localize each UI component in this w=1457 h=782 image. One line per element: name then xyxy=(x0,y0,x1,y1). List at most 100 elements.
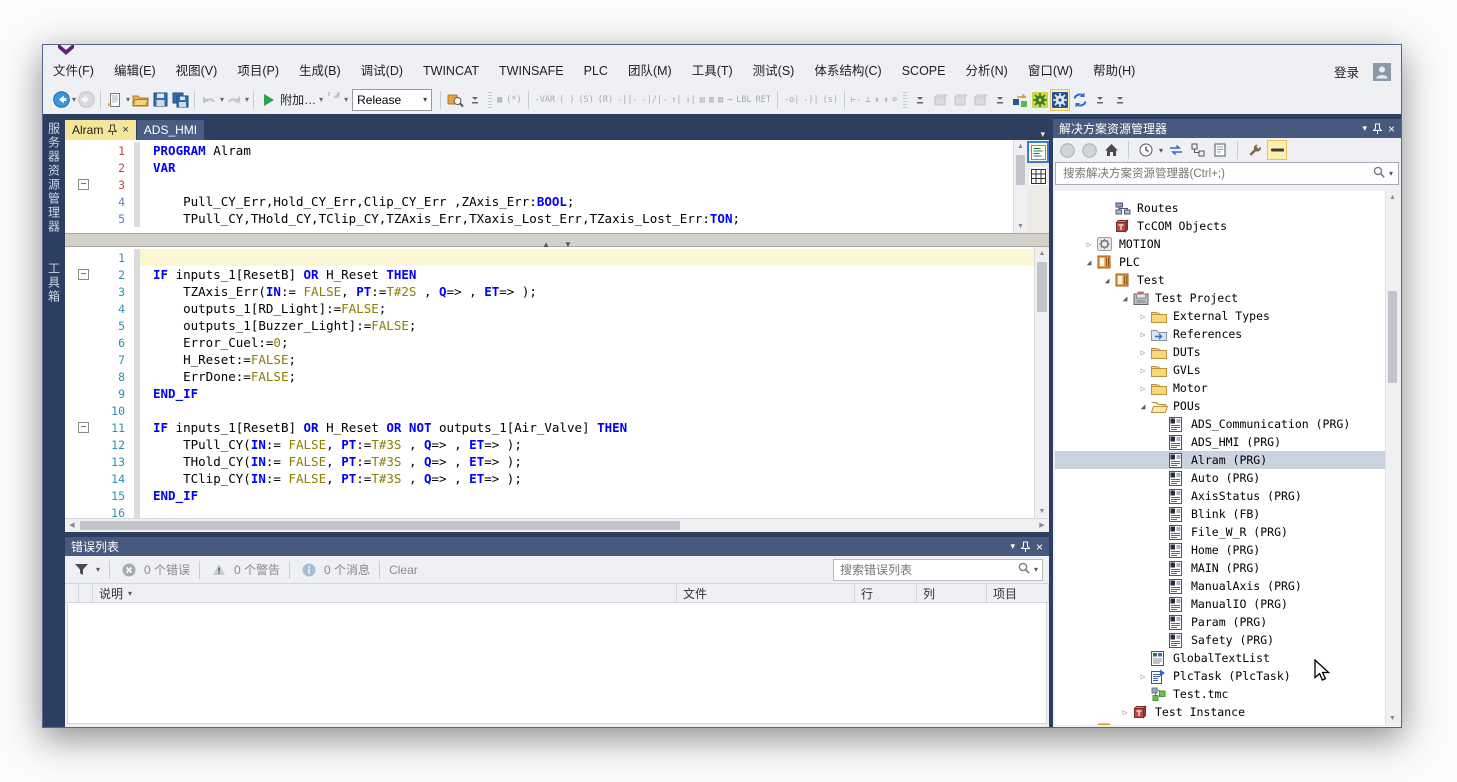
close-icon[interactable]: × xyxy=(1388,122,1395,136)
falling-edge-button[interactable]: ↓| xyxy=(685,95,695,105)
tree-item-test-instance[interactable]: ▷Test Instance xyxy=(1055,703,1399,721)
scroll-down-icon[interactable]: ▼ xyxy=(1014,220,1027,233)
expanded-arrow-icon[interactable]: ◢ xyxy=(1135,402,1151,411)
implementation-pane[interactable]: 1−2IF inputs_1[ResetB] OR H_Reset THEN3 … xyxy=(65,247,1049,518)
tree-item-axisstatus-prg-[interactable]: AxisStatus (PRG) xyxy=(1055,487,1399,505)
declaration-pane[interactable]: 1PROGRAM Alram2VAR−34 Pull_CY_Err,Hold_C… xyxy=(65,140,1049,233)
expanded-arrow-icon[interactable]: ◢ xyxy=(1081,258,1097,267)
tree-item-gvls[interactable]: ▷GVLs xyxy=(1055,361,1399,379)
network-up-button[interactable]: ⇞ xyxy=(874,95,879,105)
column-header-3[interactable]: 文件 xyxy=(677,584,855,602)
tree-item-routes[interactable]: Routes xyxy=(1055,199,1399,217)
warnings-count[interactable]: 0 个警告 xyxy=(234,561,280,578)
horizontal-scrollbar[interactable]: ◀ ▶ xyxy=(65,518,1049,532)
code-line-1[interactable]: 1PROGRAM Alram xyxy=(65,142,1009,159)
tree-scrollbar[interactable]: ▲ ▼ xyxy=(1385,191,1399,725)
right-overflow-button[interactable] xyxy=(991,90,1009,110)
undo-button[interactable] xyxy=(200,90,218,110)
function-block-params-button[interactable]: ▧ xyxy=(718,95,723,105)
tree-item-main-prg-[interactable]: MAIN (PRG) xyxy=(1055,559,1399,577)
code-line-5[interactable]: 5 TPull_CY,THold_CY,TClip_CY,TZAxis_Err,… xyxy=(65,210,1009,227)
menu-item[interactable]: 团队(M) xyxy=(618,58,682,85)
pin-icon[interactable] xyxy=(108,124,117,136)
code-text[interactable] xyxy=(134,249,1035,266)
close-icon[interactable]: × xyxy=(1036,540,1043,554)
branch-button[interactable]: ⊢- xyxy=(851,95,861,105)
tabular-view-button[interactable] xyxy=(1029,167,1047,185)
tree-item-alram-prg-[interactable]: Alram (PRG) xyxy=(1055,451,1399,469)
collapse-all-button[interactable] xyxy=(1189,141,1207,159)
tree-item-pous[interactable]: ◢POUs xyxy=(1055,397,1399,415)
function-block-button[interactable]: ▤ xyxy=(700,95,705,105)
set-coil-button[interactable]: (S) xyxy=(578,95,593,105)
show-all-files-button[interactable] xyxy=(1211,141,1229,159)
filter-chevron-icon[interactable]: ▾ xyxy=(96,565,100,574)
menu-item[interactable]: 工具(T) xyxy=(682,58,743,85)
clear-button[interactable]: Clear xyxy=(389,563,418,577)
code-text[interactable]: VAR xyxy=(134,159,1009,176)
menu-item[interactable]: 文件(F) xyxy=(43,58,104,85)
object-3-button[interactable] xyxy=(971,90,989,110)
save-button[interactable] xyxy=(151,90,169,110)
code-line-14[interactable]: 14 TClip_CY(IN:= FALSE, PT:=T#3S , Q=> ,… xyxy=(65,470,1035,487)
menu-item[interactable]: 帮助(H) xyxy=(1083,58,1145,85)
pending-changes-button[interactable] xyxy=(1137,141,1155,159)
expanded-arrow-icon[interactable]: ◢ xyxy=(1117,294,1133,303)
avatar-icon[interactable] xyxy=(1373,63,1391,81)
code-text[interactable]: TZAxis_Err(IN:= FALSE, PT:=T#2S , Q=> , … xyxy=(134,283,1035,300)
pane-splitter[interactable]: ▲▼ xyxy=(65,233,1049,247)
scroll-up-icon[interactable]: ▲ xyxy=(1035,247,1049,260)
menu-item[interactable]: 视图(V) xyxy=(166,58,228,85)
scroll-down-icon[interactable]: ▼ xyxy=(1035,505,1049,518)
object-2-button[interactable] xyxy=(951,90,969,110)
function-block-en-button[interactable]: ▥ xyxy=(709,95,714,105)
save-all-button[interactable] xyxy=(171,90,189,110)
overflow-a-button[interactable] xyxy=(1091,90,1109,110)
toolbar-overflow-button[interactable] xyxy=(466,90,484,110)
code-text[interactable]: ErrDone:=FALSE; xyxy=(134,368,1035,385)
menu-item[interactable]: TWINSAFE xyxy=(489,58,574,85)
forward-button[interactable] xyxy=(1080,141,1098,159)
scroll-left-icon[interactable]: ◀ xyxy=(65,519,79,532)
menu-item[interactable]: 项目(P) xyxy=(227,58,289,85)
code-line-2[interactable]: 2VAR xyxy=(65,159,1009,176)
network-down-button[interactable]: ⇟ xyxy=(884,95,889,105)
code-text[interactable]: THold_CY(IN:= FALSE, PT:=T#3S , Q=> , ET… xyxy=(134,453,1035,470)
solution-search-input[interactable] xyxy=(1061,167,1369,181)
textual-view-button[interactable] xyxy=(1029,143,1047,161)
open-file-button[interactable] xyxy=(131,90,149,110)
new-file-button[interactable] xyxy=(106,90,124,110)
menu-item[interactable]: 生成(B) xyxy=(289,58,351,85)
code-line-9[interactable]: 9END_IF xyxy=(65,385,1035,402)
code-line-15[interactable]: 15END_IF xyxy=(65,487,1035,504)
tab-ads-hmi[interactable]: ADS_HMI xyxy=(137,120,204,140)
return-marker-button[interactable]: RET xyxy=(756,95,771,105)
tree-item-external-types[interactable]: ▷External Types xyxy=(1055,307,1399,325)
error-list-body[interactable] xyxy=(67,602,1047,724)
window-position-chevron-icon[interactable]: ▾ xyxy=(1362,123,1367,134)
menu-item[interactable]: 调试(D) xyxy=(351,58,413,85)
collapsed-arrow-icon[interactable]: ▷ xyxy=(1081,240,1097,249)
restart-chevron-icon[interactable]: ▾ xyxy=(344,95,348,104)
menu-item[interactable]: 分析(N) xyxy=(955,58,1017,85)
filter-icon[interactable] xyxy=(72,560,90,580)
search-chevron-icon[interactable]: ▾ xyxy=(1389,169,1393,178)
code-text[interactable] xyxy=(134,504,1035,518)
preview-selected-items-button[interactable] xyxy=(1268,141,1286,159)
tree-item-test-tmc[interactable]: Test.tmc xyxy=(1055,685,1399,703)
scroll-right-icon[interactable]: ▶ xyxy=(1035,519,1049,532)
solution-configuration-select[interactable]: Release▾ xyxy=(352,89,432,111)
column-header-2[interactable]: 说明▾ xyxy=(93,584,677,602)
attach-button-button[interactable] xyxy=(259,90,277,110)
reload-devices-button[interactable] xyxy=(1071,90,1089,110)
tree-item-manualio-prg-[interactable]: ManualIO (PRG) xyxy=(1055,595,1399,613)
document-list-chevron-icon[interactable]: ▾ xyxy=(1040,129,1049,140)
code-text[interactable] xyxy=(134,402,1035,419)
tree-item-duts[interactable]: ▷DUTs xyxy=(1055,343,1399,361)
home-button[interactable] xyxy=(1102,141,1120,159)
navigate-forward-button[interactable] xyxy=(77,90,95,110)
error-list-title-bar[interactable]: 错误列表 ▾ × xyxy=(65,537,1049,556)
object-1-button[interactable] xyxy=(931,90,949,110)
branch-down-button[interactable]: ⊥ xyxy=(865,95,870,105)
tree-item-references[interactable]: ▷References xyxy=(1055,325,1399,343)
